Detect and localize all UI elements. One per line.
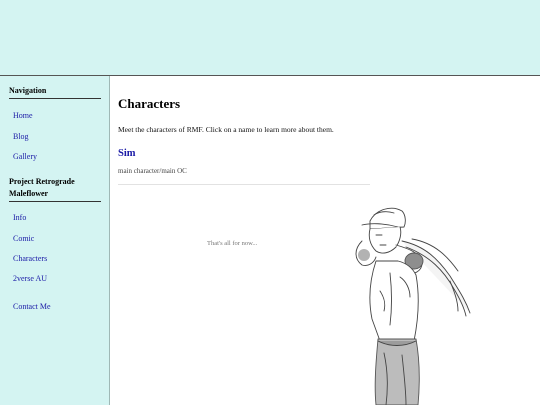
character-divider (118, 184, 370, 185)
project-heading-line1: Project Retrograde (9, 177, 75, 186)
nav-link-blog[interactable]: Blog (13, 132, 29, 142)
header-banner (0, 0, 540, 76)
character-link-sim[interactable]: Sim (118, 148, 136, 159)
end-note: That's all for now... (207, 240, 258, 247)
character-illustration (355, 207, 471, 405)
character-description: main character/main OC (118, 167, 187, 175)
nav-link-2verse-au[interactable]: 2verse AU (13, 274, 47, 284)
project-heading: Project Retrograde Maleflower (9, 176, 75, 200)
navigation-divider (9, 98, 101, 99)
nav-link-home[interactable]: Home (13, 111, 33, 121)
nav-link-comic[interactable]: Comic (13, 234, 34, 244)
main-content: Characters Meet the characters of RMF. C… (110, 76, 540, 405)
page-title: Characters (118, 96, 181, 111)
project-divider (9, 201, 101, 202)
nav-link-contact[interactable]: Contact Me (13, 302, 51, 312)
project-heading-line2: Maleflower (9, 189, 49, 198)
navigation-heading: Navigation (9, 86, 47, 95)
sidebar: Navigation Home Blog Gallery Project Ret… (0, 76, 110, 405)
nav-link-info[interactable]: Info (13, 213, 26, 223)
nav-link-gallery[interactable]: Gallery (13, 152, 37, 162)
intro-text: Meet the characters of RMF. Click on a n… (118, 125, 334, 134)
nav-link-characters[interactable]: Characters (13, 254, 47, 264)
